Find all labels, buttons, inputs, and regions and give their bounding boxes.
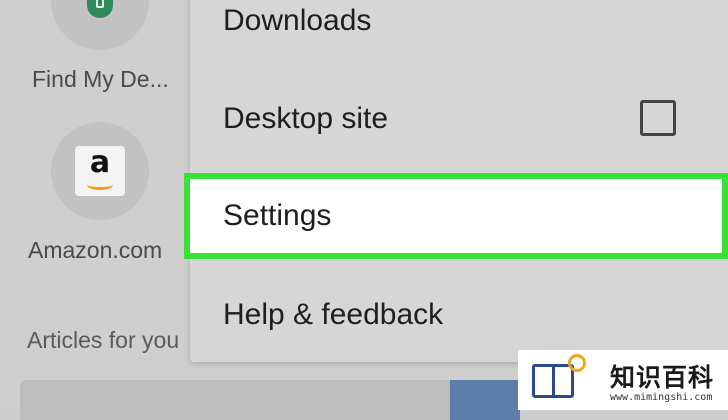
desktop-site-checkbox[interactable] xyxy=(640,100,676,136)
amazon-icon: a xyxy=(75,146,125,196)
watermark-url: www.mimingshi.com xyxy=(610,392,713,403)
amazon-logo-letter: a xyxy=(89,145,111,180)
watermark: 知识百科 www.mimingshi.com xyxy=(518,350,728,410)
menu-item-desktop-site-label: Desktop site xyxy=(223,102,389,135)
articles-heading: Articles for you xyxy=(27,327,180,353)
amazon-label[interactable]: Amazon.com xyxy=(28,237,162,264)
menu-item-downloads-label: Downloads xyxy=(223,4,372,37)
amazon-smile-icon xyxy=(87,180,113,190)
book-icon xyxy=(532,364,574,398)
menu-item-settings-label: Settings xyxy=(223,199,332,232)
watermark-title: 知识百科 xyxy=(610,363,715,392)
menu-item-downloads[interactable]: Downloads xyxy=(190,0,728,70)
menu-item-help-feedback-label: Help & feedback xyxy=(223,298,444,331)
article-thumbnail[interactable] xyxy=(450,380,520,420)
lightbulb-icon xyxy=(568,354,586,372)
article-card[interactable] xyxy=(20,380,500,420)
menu-item-settings[interactable]: Settings xyxy=(184,173,728,259)
find-my-device-label[interactable]: Find My De... xyxy=(32,66,169,93)
